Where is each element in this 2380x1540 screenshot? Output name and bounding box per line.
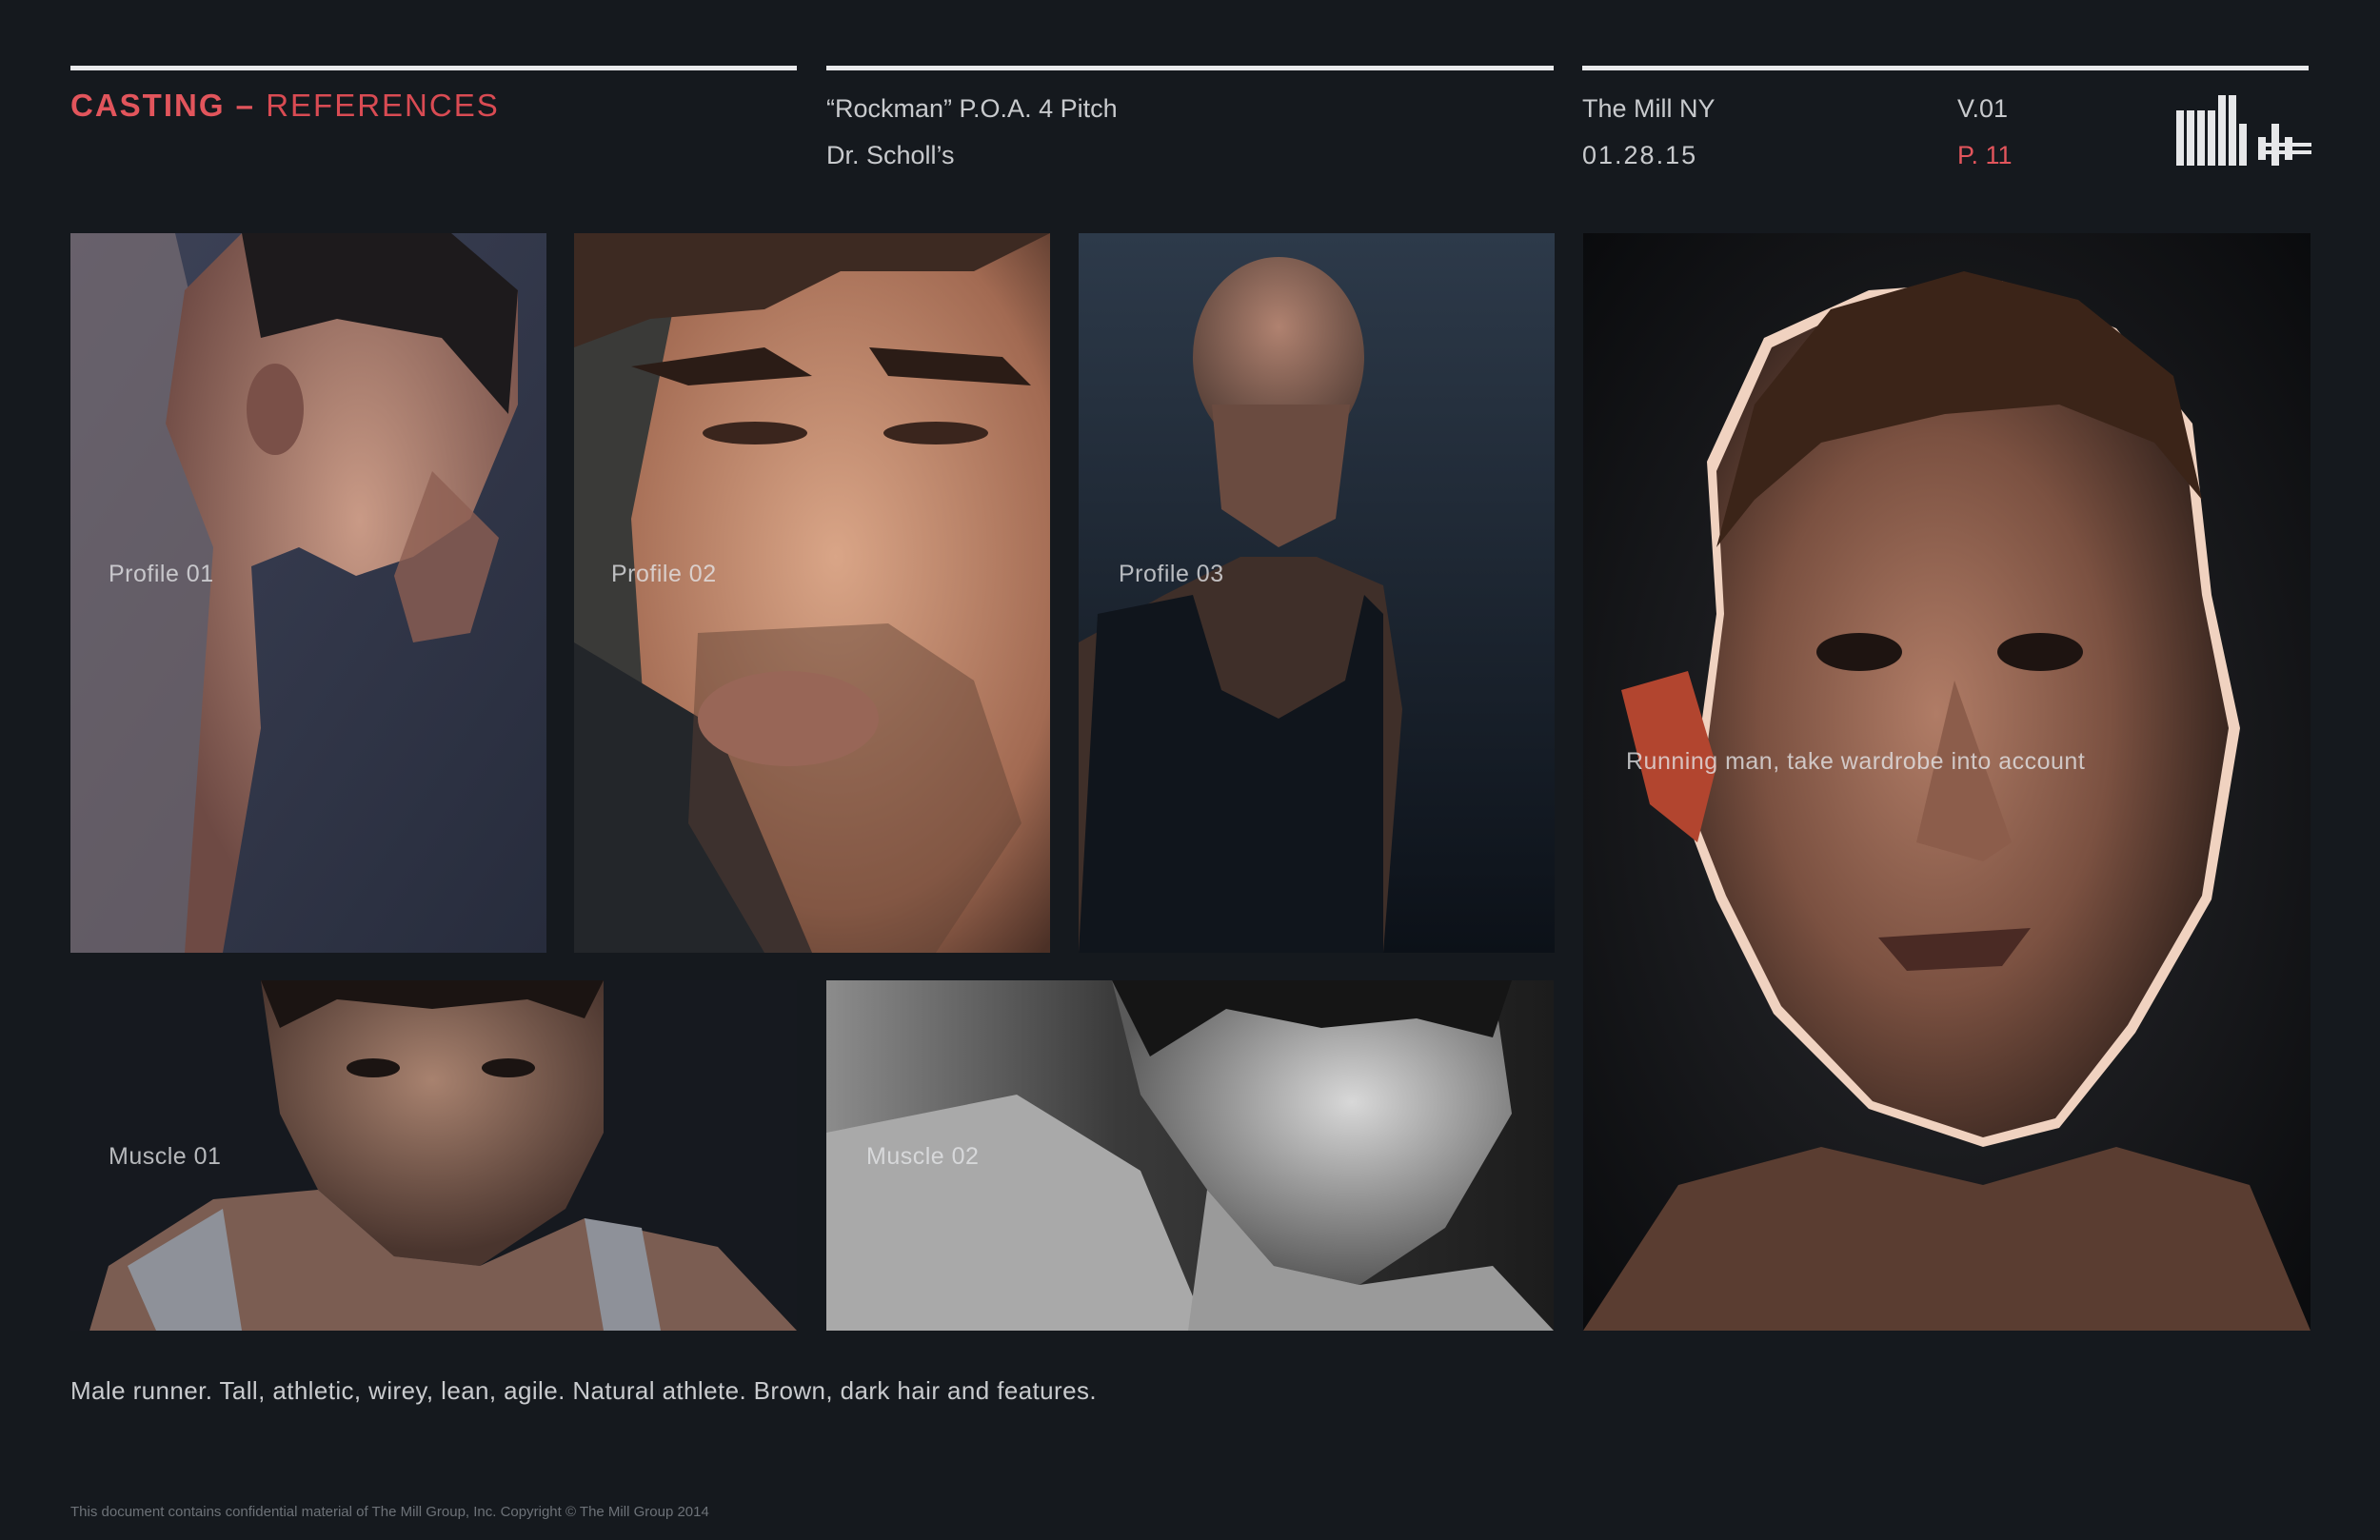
header-rule-right <box>1582 66 2309 70</box>
running-man-label: Running man, take wardrobe into account <box>1626 748 2086 775</box>
profile-03-photo <box>1079 233 1555 953</box>
casting-description: Male runner. Tall, athletic, wirey, lean… <box>70 1376 1097 1405</box>
bald-man-tank-top-portrait-icon <box>1079 233 1555 953</box>
man-backlit-closeup-portrait-icon <box>1583 233 2311 1331</box>
section-title-strong: CASTING – <box>70 88 256 123</box>
the-mill-logo <box>2176 95 2311 166</box>
profile-01-label: Profile 01 <box>109 561 214 587</box>
muscle-02-label: Muscle 02 <box>866 1143 980 1170</box>
running-man-photo <box>1583 233 2311 1331</box>
client-name: Dr. Scholl’s <box>826 141 955 169</box>
profile-03-label: Profile 03 <box>1119 561 1224 587</box>
header-rule-middle <box>826 66 1554 70</box>
man-head-tilted-portrait-icon <box>70 233 546 953</box>
document-date: 01.28.15 <box>1582 141 1698 169</box>
page-number: P. 11 <box>1957 141 2013 169</box>
project-title: “Rockman” P.O.A. 4 Pitch <box>826 94 1118 123</box>
confidential-footer: This document contains confidential mate… <box>70 1504 709 1520</box>
section-title: CASTING – REFERENCES <box>70 88 500 124</box>
man-closeup-hooded-portrait-icon <box>574 233 1050 953</box>
studio-name: The Mill NY <box>1582 94 1716 123</box>
header-rule-left <box>70 66 797 70</box>
profile-02-photo <box>574 233 1050 953</box>
version-number: V.01 <box>1957 94 2009 123</box>
profile-02-label: Profile 02 <box>611 561 717 587</box>
muscle-01-label: Muscle 01 <box>109 1143 222 1170</box>
section-title-light: REFERENCES <box>266 88 500 123</box>
casting-references-page: CASTING – REFERENCES “Rockman” P.O.A. 4 … <box>0 0 2380 1540</box>
profile-01-photo <box>70 233 546 953</box>
